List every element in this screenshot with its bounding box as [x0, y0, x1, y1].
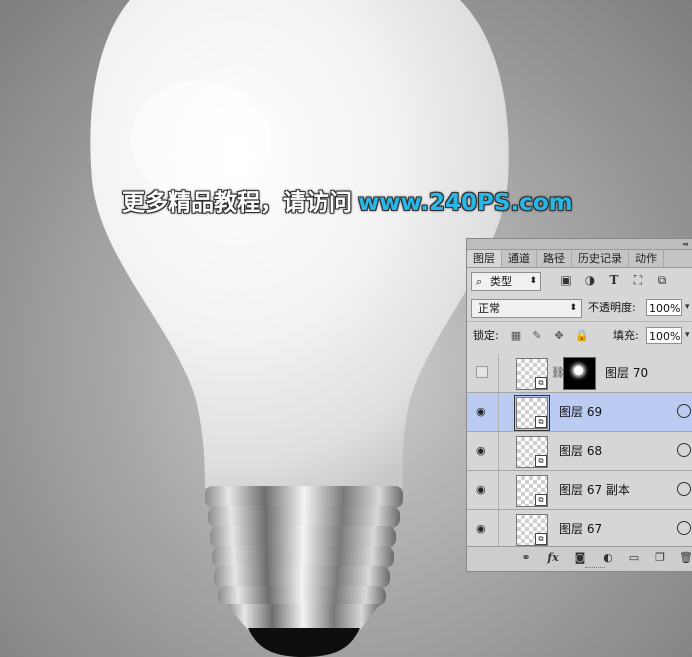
lock-all-icon[interactable]: 🔒 — [575, 330, 589, 342]
visibility-toggle[interactable]: ◉ — [467, 471, 499, 509]
watermark-url: www.240PS.com — [358, 190, 573, 216]
layer-thumbnail: ⧉ — [514, 395, 550, 431]
layer-name: 图层 67 副本 — [559, 483, 630, 497]
search-icon: ⌕ — [476, 275, 483, 288]
opacity-label: 不透明度: — [588, 301, 636, 314]
fill-dropdown-icon[interactable]: ▾ — [685, 327, 692, 344]
layer-mask-thumbnail[interactable] — [563, 357, 596, 390]
layer-name: 图层 68 — [559, 444, 603, 458]
shape-filter-icon[interactable]: ⛶ — [631, 273, 645, 287]
trash-icon[interactable]: 🗑 — [679, 551, 692, 565]
tab-paths[interactable]: 路径 — [537, 250, 572, 267]
fx-icon[interactable]: fx — [546, 551, 560, 565]
blend-row: 正常 ⬍ 不透明度: 100% ▾ — [467, 294, 692, 321]
add-mask-icon[interactable]: ◙ — [573, 551, 587, 565]
tab-channels[interactable]: 通道 — [502, 250, 537, 267]
eye-icon: ◉ — [476, 483, 486, 496]
smart-object-icon: ⧉ — [535, 455, 547, 467]
lock-label: 锁定: — [473, 329, 499, 342]
layer-thumbnail: ⧉ — [516, 514, 548, 546]
layer-filter-select[interactable]: ⌕ 类型 ⬍ — [471, 272, 541, 291]
eye-icon: ◉ — [476, 444, 486, 457]
smart-object-icon: ⧉ — [535, 377, 547, 389]
adjustment-icon[interactable]: ◐ — [601, 551, 615, 565]
visibility-toggle[interactable]: ◉ — [467, 510, 499, 548]
layer-name: 图层 67 — [559, 522, 603, 536]
layer-name: 图层 69 — [559, 405, 603, 419]
watermark-chinese: 更多精品教程，请访问 — [122, 190, 352, 216]
resize-grip[interactable] — [585, 567, 605, 570]
image-filter-icon[interactable]: ▣ — [559, 273, 573, 287]
glass-highlight — [130, 80, 270, 200]
layer-name: 图层 70 — [605, 366, 649, 380]
smart-filter-icon[interactable] — [677, 482, 691, 496]
smart-object-icon: ⧉ — [535, 533, 547, 545]
chevron-updown-icon: ⬍ — [569, 303, 577, 313]
visibility-off-icon — [476, 366, 488, 378]
lock-move-icon[interactable]: ✥ — [553, 330, 565, 342]
layer-row[interactable]: ⧉ ⛓ 图层 70 — [467, 354, 692, 393]
link-icon[interactable]: ⚭ — [519, 551, 533, 565]
layer-row[interactable]: ◉ ⧉ 图层 68 — [467, 432, 692, 471]
watermark-text: 更多精品教程，请访问 www.240PS.com — [122, 183, 573, 217]
filter-value: 类型 — [490, 275, 512, 288]
visibility-toggle[interactable]: ◉ — [467, 393, 499, 431]
lock-transparent-icon[interactable]: ▦ — [510, 330, 522, 342]
blend-mode-select[interactable]: 正常 ⬍ — [471, 299, 582, 318]
lock-brush-icon[interactable]: ✎ — [531, 330, 543, 342]
smart-filter-icon[interactable] — [677, 404, 691, 418]
tab-actions[interactable]: 动作 — [629, 250, 664, 267]
bulb-glass — [90, 0, 509, 488]
layer-row-selected[interactable]: ◉ ⧉ 图层 69 — [467, 393, 692, 432]
visibility-toggle[interactable] — [467, 354, 499, 392]
tab-layers[interactable]: 图层 — [467, 250, 502, 267]
opacity-dropdown-icon[interactable]: ▾ — [685, 299, 692, 316]
filter-row: ⌕ 类型 ⬍ ▣ ◑ T ⛶ ⧉ — [467, 268, 692, 294]
folder-icon[interactable]: ▭ — [627, 551, 641, 565]
eye-icon: ◉ — [476, 522, 486, 535]
new-layer-icon[interactable]: ❐ — [653, 551, 667, 565]
layer-thumbnail: ⧉ — [516, 358, 548, 390]
lock-row: 锁定: ▦ ✎ ✥ 🔒 填充: 100% ▾ — [467, 321, 692, 349]
adjustment-filter-icon[interactable]: ◑ — [583, 273, 597, 287]
layers-bottom-bar: ⚭ fx ◙ ◐ ▭ ❐ 🗑 — [467, 546, 692, 571]
opacity-input[interactable]: 100% — [646, 299, 682, 316]
layers-list: ⧉ ⛓ 图层 70 ◉ ⧉ 图层 69 ◉ ⧉ 图层 68 ◉ ⧉ 图层 67 … — [467, 354, 692, 549]
layer-thumbnail: ⧉ — [516, 475, 548, 507]
panel-title-strip[interactable]: ◂◂ — [467, 239, 692, 250]
bulb-screw-base — [205, 486, 403, 657]
smart-filter-icon[interactable] — [677, 443, 691, 457]
smart-object-icon: ⧉ — [535, 494, 547, 506]
fill-label: 填充: — [613, 329, 639, 342]
layer-row[interactable]: ◉ ⧉ 图层 67 副本 — [467, 471, 692, 510]
eye-icon: ◉ — [476, 405, 486, 418]
tab-history[interactable]: 历史记录 — [572, 250, 629, 267]
collapse-icon[interactable]: ◂◂ — [682, 240, 688, 248]
visibility-toggle[interactable]: ◉ — [467, 432, 499, 470]
smart-object-filter-icon[interactable]: ⧉ — [655, 273, 669, 287]
type-filter-icon[interactable]: T — [607, 273, 621, 287]
layers-panel: ◂◂ 图层 通道 路径 历史记录 动作 ⌕ 类型 ⬍ ▣ ◑ T ⛶ ⧉ 正常 … — [466, 238, 692, 572]
layer-thumbnail: ⧉ — [516, 436, 548, 468]
smart-object-icon: ⧉ — [535, 416, 547, 428]
smart-filter-icon[interactable] — [677, 521, 691, 535]
panel-tabs: 图层 通道 路径 历史记录 动作 — [467, 250, 692, 268]
chevron-updown-icon: ⬍ — [529, 276, 537, 286]
layer-row[interactable]: ◉ ⧉ 图层 67 — [467, 510, 692, 549]
blend-mode-value: 正常 — [478, 302, 500, 315]
fill-input[interactable]: 100% — [646, 327, 682, 344]
